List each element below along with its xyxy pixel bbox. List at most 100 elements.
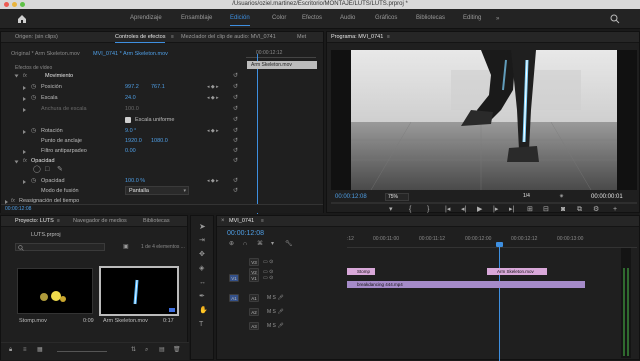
track-a3-label[interactable]: A3 [249,322,259,330]
antiflicker-expand-icon[interactable] [23,150,26,154]
tab-libraries[interactable]: Bibliotecas [143,218,170,224]
lock-icon[interactable]: 🔒︎ [9,347,12,353]
blend-mode-select[interactable]: Pantalla ▾ [125,186,189,195]
type-tool-icon[interactable]: T [199,321,203,328]
mark-in-icon[interactable]: { [409,206,411,213]
anchor-y-value[interactable]: 1080.0 [151,138,168,144]
track-v1-label[interactable]: V1 [249,274,259,282]
panel-menu-icon[interactable]: ≡ [57,218,60,224]
step-back-icon[interactable]: ◂| [461,206,466,213]
ripple-edit-tool-icon[interactable]: ✥ [199,251,205,258]
rotation-expand-icon[interactable] [23,130,26,134]
sort-icon[interactable]: ⇅ [131,347,136,353]
ec-playhead[interactable] [257,54,258,214]
slip-tool-icon[interactable]: ↔ [199,279,206,286]
fx-icon[interactable]: fx [23,158,27,164]
project-search-input[interactable] [15,243,105,251]
selection-tool-icon[interactable]: ➤ [199,223,206,231]
scale-stopwatch-icon[interactable]: ◷ [31,95,36,101]
keyframe-nav-icon[interactable]: ◂ ◆ ▸ [207,178,219,184]
track-v3-label[interactable]: V3 [249,258,259,266]
timeline-playhead[interactable] [499,242,500,361]
mute-solo-mic-icon[interactable]: M S 🎤︎ [267,295,284,301]
source-clip-label[interactable]: Original * Arm Skeleton.mov [11,51,80,57]
panel-menu-icon[interactable]: ≡ [387,34,390,40]
opacity-stopwatch-icon[interactable]: ◷ [31,178,36,184]
linked-selection-icon[interactable]: ⌘ [257,241,263,247]
add-marker-icon[interactable]: ▾ [271,241,274,247]
sync-lock-icon[interactable]: ▭ ⊙ [263,259,273,265]
new-bin-icon[interactable]: ▣ [123,244,129,250]
scale-expand-icon[interactable] [23,97,26,101]
thumbnail-size-slider[interactable] [57,351,107,352]
track-select-tool-icon[interactable]: ⇥ [199,237,205,244]
trash-icon[interactable]: 🗑︎ [173,347,181,353]
zoom-select[interactable]: 75% [385,193,409,201]
reset-opacity-value-icon[interactable]: ↺ [233,178,238,184]
ec-clip-bar[interactable]: Arm Skeleton.mov [247,61,317,69]
program-timecode[interactable]: 00:00:12:08 [335,194,367,200]
opacity-expand-icon[interactable] [14,160,19,164]
more-workspaces-icon[interactable]: » [496,16,499,22]
program-scrubber[interactable] [331,202,637,204]
motion-expand-icon[interactable] [14,74,19,78]
opacity-value-expand-icon[interactable] [23,180,26,184]
opacity-value[interactable]: 100.0 % [125,178,145,184]
clip-stomp[interactable]: Stomp [347,268,375,275]
close-window-button[interactable] [4,2,9,7]
settings-icon[interactable]: ✷ [559,194,564,200]
playhead-handle[interactable] [496,242,503,247]
lift-icon[interactable]: ⊞ [527,206,533,213]
workspace-bibliotecas[interactable]: Bibliotecas [416,15,445,21]
workspace-efectos[interactable]: Efectos [302,15,322,21]
reset-antiflicker-icon[interactable]: ↺ [233,148,238,154]
play-icon[interactable]: ▶ [477,206,482,213]
razor-tool-icon[interactable]: ◈ [199,265,204,272]
nest-icon[interactable]: ⊕ [229,241,234,247]
mute-solo-mic-icon[interactable]: M S 🎤︎ [267,323,284,329]
position-expand-icon[interactable] [23,86,26,90]
mute-solo-mic-icon[interactable]: M S 🎤︎ [267,309,284,315]
settings-icon[interactable]: ⚙ [593,206,599,213]
minimize-window-button[interactable] [12,2,17,7]
position-y-value[interactable]: 767.1 [151,84,165,90]
new-item-icon[interactable]: ▤ [159,347,165,353]
go-to-out-icon[interactable]: ▸| [509,206,514,213]
go-to-in-icon[interactable]: |◂ [445,206,450,213]
position-stopwatch-icon[interactable]: ◷ [31,84,36,90]
scale-value[interactable]: 24.0 [125,95,136,101]
tab-metadata[interactable]: Met [297,34,306,40]
tab-effect-controls[interactable]: Controles de efectos [115,34,166,43]
track-a2-label[interactable]: A2 [249,308,259,316]
keyframe-nav-icon[interactable]: ◂ ◆ ▸ [207,128,219,134]
reset-opacity-icon[interactable]: ↺ [233,158,238,164]
anchor-x-value[interactable]: 1920.0 [125,138,142,144]
tab-media-browser[interactable]: Navegador de medios [73,218,127,224]
rectangle-mask-icon[interactable]: □ [45,166,49,173]
reset-motion-icon[interactable]: ↺ [233,73,238,79]
zoom-window-button[interactable] [20,2,25,7]
uniform-scale-checkbox[interactable] [125,117,131,123]
reset-scale-width-icon[interactable]: ↺ [233,106,238,112]
workspace-editing[interactable]: Editing [463,15,481,21]
workspace-graficos[interactable]: Gráficos [375,15,397,21]
icon-view-icon[interactable]: ▦ [37,347,43,353]
home-icon[interactable] [16,13,28,25]
extract-icon[interactable]: ⊟ [543,206,549,213]
clip-thumbnail-stomp[interactable] [17,268,93,314]
clip-arm-skeleton[interactable]: Arm Skeleton.mov [487,268,547,275]
tab-audio-clip-mixer[interactable]: Mezclador del clip de audio: MVI_0741 [181,34,276,40]
ec-timecode[interactable]: 00:00:12:08 [5,206,31,212]
sync-lock-icon[interactable]: ▭ ⊙ [263,275,273,281]
export-frame-icon[interactable]: ◙ [561,206,565,213]
reset-position-icon[interactable]: ↺ [233,84,238,90]
add-marker-icon[interactable]: ▾ [389,206,393,213]
tab-source[interactable]: Origen: (sin clips) [15,34,58,40]
add-button-icon[interactable]: + [613,206,617,213]
ellipse-mask-icon[interactable]: ◯ [33,166,41,173]
scale-width-value[interactable]: 100.0 [125,106,139,112]
workspace-ensamblaje[interactable]: Ensamblaje [181,15,212,21]
keyframe-nav-icon[interactable]: ◂ ◆ ▸ [207,84,219,90]
reset-blend-icon[interactable]: ↺ [233,188,238,194]
track-a1-label[interactable]: A1 [249,294,259,302]
